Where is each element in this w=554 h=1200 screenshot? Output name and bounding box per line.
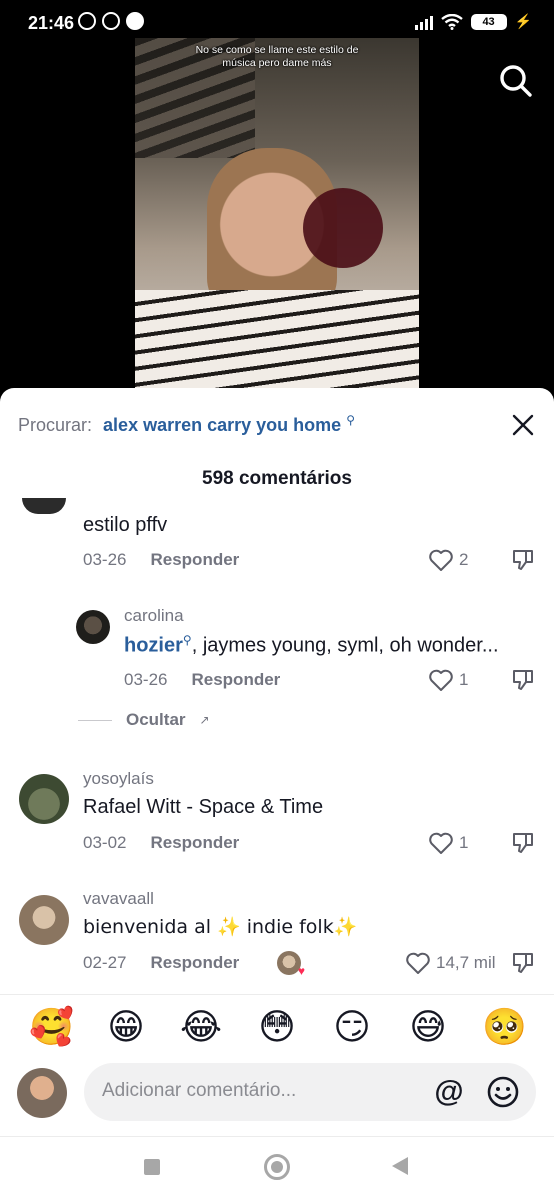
avatar[interactable] — [19, 895, 69, 945]
avatar[interactable] — [76, 610, 110, 644]
system-nav-bar — [0, 1136, 554, 1200]
comment-meta: 02-27 Responder — [83, 953, 239, 973]
search-suggestion[interactable]: Procurar: alex warren carry you home ⚲ — [18, 413, 355, 436]
wifi-icon — [440, 13, 463, 30]
status-time: 21:46 — [28, 13, 75, 33]
creator-liked-badge: ♥ — [277, 951, 305, 978]
heart-icon — [429, 832, 453, 854]
like-count: 2 — [459, 550, 469, 569]
like-button[interactable]: 14,7 mil — [405, 951, 496, 975]
chevron-up-icon: ↗ — [199, 713, 210, 727]
smile-icon[interactable] — [486, 1075, 520, 1109]
comment-text: estilo pffv — [83, 514, 168, 536]
comment-username[interactable]: vavavaall — [83, 889, 154, 909]
emoji-button[interactable]: 🥺 — [482, 1007, 527, 1049]
like-button[interactable]: 1 — [428, 831, 468, 855]
comment-meta: 03-26 Responder — [124, 670, 280, 690]
emoji-button[interactable]: 😳 — [256, 1007, 298, 1049]
comment-input[interactable]: Adicionar comentário... @ — [84, 1063, 536, 1121]
alarm-icon — [78, 12, 96, 30]
charging-icon: ⚡ — [514, 13, 532, 29]
comment-text: hozier⚲, jaymes young, syml, oh wonder..… — [124, 633, 499, 658]
comment-input-placeholder: Adicionar comentário... — [102, 1080, 297, 1101]
comment-text-body: , jaymes young, syml, oh wonder... — [191, 634, 499, 657]
dislike-icon[interactable] — [511, 951, 535, 975]
signal-icon — [414, 14, 433, 30]
comment-date: 03-26 — [83, 550, 127, 569]
like-button[interactable]: 2 — [428, 548, 468, 572]
emoji-button[interactable]: 😏 — [331, 1007, 373, 1049]
comments-sheet: Procurar: alex warren carry you home ⚲ 5… — [0, 388, 554, 1200]
user-avatar[interactable] — [17, 1068, 67, 1118]
comment-date: 02-27 — [83, 953, 127, 972]
close-icon[interactable] — [510, 412, 536, 438]
heart-icon — [406, 952, 430, 974]
hide-replies-button[interactable]: Ocultar ↗ — [78, 710, 210, 730]
emoji-button[interactable]: 😁 — [105, 1007, 147, 1049]
video-wine-glass — [303, 188, 383, 268]
heart-icon — [429, 549, 453, 571]
video-caption: No se como se llame este estilo de músic… — [195, 44, 359, 69]
search-label: Procurar: — [18, 415, 93, 435]
like-count: 14,7 mil — [436, 953, 496, 972]
avatar[interactable] — [19, 774, 69, 824]
back-button[interactable] — [392, 1157, 408, 1175]
search-small-icon: ⚲ — [182, 633, 192, 647]
comment-text: bienvenida al ✨ indie folk✨ — [83, 916, 358, 938]
emoji-button[interactable]: 😂 — [180, 1007, 222, 1049]
comment-meta: 03-02 Responder — [83, 833, 239, 853]
recents-button[interactable] — [144, 1159, 160, 1175]
alarm-clock-icon — [102, 12, 120, 30]
reply-button[interactable]: Responder — [150, 833, 239, 853]
avatar[interactable] — [22, 498, 66, 514]
heart-icon — [429, 669, 453, 691]
dislike-icon[interactable] — [511, 831, 535, 855]
search-icon[interactable] — [497, 62, 533, 98]
dislike-icon[interactable] — [511, 548, 535, 572]
reply-button[interactable]: Responder — [191, 670, 280, 690]
comments-count-title: 598 comentários — [202, 468, 352, 489]
video-shirt — [135, 290, 419, 390]
home-button[interactable] — [264, 1154, 290, 1180]
status-left-icons — [78, 12, 144, 30]
search-small-icon: ⚲ — [346, 413, 355, 427]
emoji-button[interactable]: 🥰 — [29, 1007, 74, 1049]
comment-meta: 03-26 Responder — [83, 550, 239, 570]
comment-username[interactable]: carolina — [124, 606, 184, 626]
comment-username[interactable]: yosoylaís — [83, 769, 154, 789]
like-count: 1 — [459, 833, 469, 852]
heart-badge-icon: ♥ — [297, 964, 305, 978]
mention-button[interactable]: @ — [432, 1075, 466, 1109]
like-count: 1 — [459, 670, 469, 689]
search-query-link[interactable]: alex warren carry you home — [103, 415, 341, 435]
comment-date: 03-26 — [124, 670, 168, 689]
app-notification-icon — [126, 12, 144, 30]
reply-button[interactable]: Responder — [150, 550, 239, 570]
emoji-quick-bar: 🥰 😁 😂 😳 😏 😅 🥺 — [0, 994, 554, 1054]
emoji-button[interactable]: 😅 — [407, 1007, 449, 1049]
hide-replies-label: Ocultar — [126, 710, 186, 729]
reply-button[interactable]: Responder — [150, 953, 239, 973]
comment-composer: Adicionar comentário... @ — [0, 1058, 554, 1124]
dislike-icon[interactable] — [511, 668, 535, 692]
divider — [78, 719, 112, 721]
hashtag-link[interactable]: hozier — [124, 635, 183, 657]
video-player[interactable]: No se como se llame este estilo de músic… — [135, 38, 419, 390]
comment-text: Rafael Witt - Space & Time — [83, 796, 324, 818]
battery-indicator: 43 — [470, 13, 507, 30]
like-button[interactable]: 1 — [428, 668, 468, 692]
comment-date: 03-02 — [83, 833, 127, 852]
status-right-icons: 43 ⚡ — [414, 13, 532, 30]
